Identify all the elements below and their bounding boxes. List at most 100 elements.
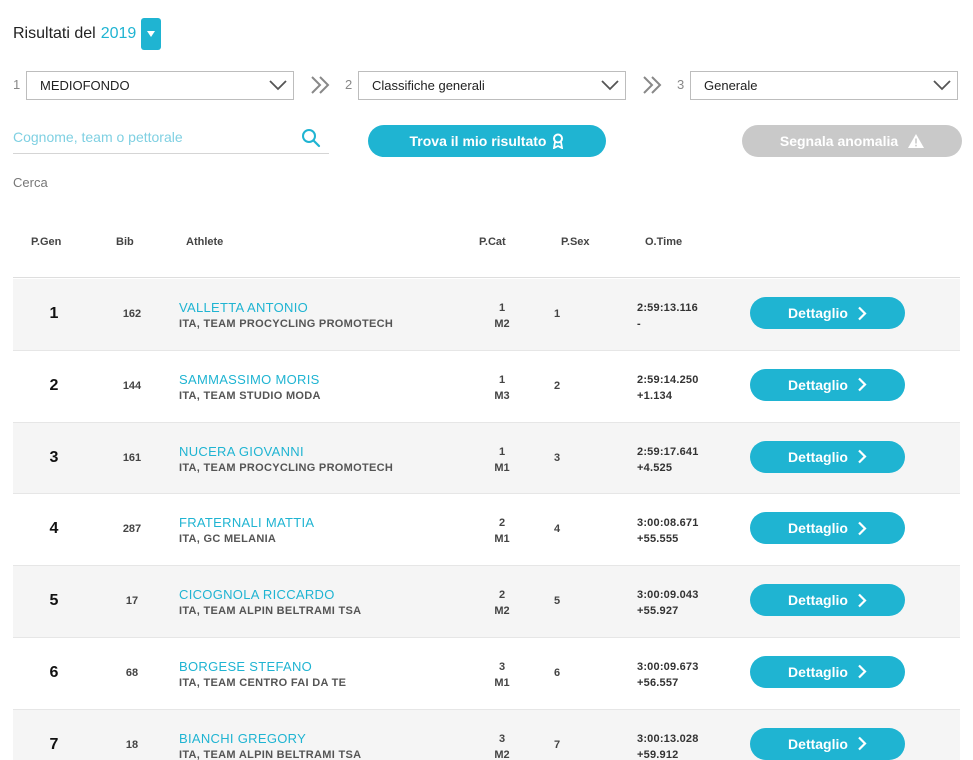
detail-button[interactable]: Dettaglio	[750, 440, 905, 473]
official-time: 3:00:09.673 +56.557	[637, 659, 699, 691]
table-row: 1 162 VALLETTA ANTONIO ITA, TEAM PROCYCL…	[13, 279, 960, 351]
col-o-time[interactable]: O.Time	[645, 236, 682, 248]
category-position: 2 M2	[485, 587, 519, 619]
category-position: 3 M1	[485, 659, 519, 691]
athlete-name-link[interactable]: VALLETTA ANTONIO	[179, 300, 308, 315]
ranking-select[interactable]: Generale	[690, 71, 958, 100]
time-gap: +56.557	[637, 676, 679, 689]
bib-number: 287	[122, 523, 142, 536]
time-gap: +1.134	[637, 389, 673, 402]
detail-button-label: Dettaglio	[788, 735, 848, 752]
find-my-result-label: Trova il mio risultato	[409, 133, 547, 149]
sex-position: 4	[553, 523, 561, 536]
time-gap: +55.927	[637, 605, 679, 618]
time-value: 2:59:13.116	[637, 302, 698, 314]
time-value: 3:00:08.671	[637, 517, 699, 530]
col-p-gen[interactable]: P.Gen	[31, 236, 61, 248]
athlete-name-link[interactable]: SAMMASSIMO MORIS	[179, 372, 320, 387]
col-athlete[interactable]: Athlete	[186, 236, 223, 248]
detail-button[interactable]: Dettaglio	[750, 368, 905, 401]
athlete-name-link[interactable]: FRATERNALI MATTIA	[179, 515, 314, 530]
bib-number: 161	[122, 451, 142, 464]
chevron-down-icon	[269, 80, 287, 91]
category-rank: 3	[498, 732, 506, 745]
detail-button-label: Dettaglio	[788, 663, 848, 680]
time-value: 3:00:09.043	[637, 589, 699, 602]
official-time: 3:00:09.043 +55.927	[637, 587, 699, 619]
athlete-team: ITA, GC MELANIA	[179, 533, 277, 546]
general-position: 2	[49, 376, 59, 394]
sex-position: 5	[553, 595, 561, 608]
detail-button[interactable]: Dettaglio	[750, 655, 905, 688]
athlete-name-link[interactable]: NUCERA GIOVANNI	[179, 444, 304, 459]
chevron-right-icon	[858, 665, 867, 679]
time-value: 2:59:14.250	[637, 373, 699, 386]
find-my-result-button[interactable]: Trova il mio risultato	[368, 125, 606, 157]
table-row: 2 144 SAMMASSIMO MORIS ITA, TEAM STUDIO …	[13, 350, 960, 423]
col-bib[interactable]: Bib	[116, 236, 134, 248]
detail-button-label: Dettaglio	[788, 592, 848, 609]
category-position: 1 M2	[485, 300, 519, 332]
bib-number: 17	[125, 595, 139, 608]
year-value[interactable]: 2019	[101, 25, 137, 43]
chevron-right-icon	[858, 737, 867, 751]
time-gap: +59.912	[637, 748, 679, 760]
detail-button[interactable]: Dettaglio	[750, 512, 905, 545]
col-p-sex[interactable]: P.Sex	[561, 236, 590, 248]
ranking-select-value: Generale	[704, 78, 758, 93]
search-input[interactable]	[13, 123, 293, 151]
athlete-team: ITA, TEAM PROCYCLING PROMOTECH	[179, 461, 394, 474]
athlete-name-link[interactable]: BIANCHI GREGORY	[179, 731, 306, 746]
category-rank: 1	[498, 445, 506, 458]
detail-button-label: Dettaglio	[788, 448, 848, 465]
time-value: 3:00:13.028	[637, 732, 699, 745]
col-p-cat[interactable]: P.Cat	[479, 236, 506, 248]
athlete-team: ITA, TEAM STUDIO MODA	[179, 389, 321, 402]
table-header: P.Gen Bib Athlete P.Cat P.Sex O.Time	[13, 226, 960, 278]
athlete-team: ITA, TEAM ALPIN BELTRAMI TSA	[179, 748, 362, 760]
year-dropdown-button[interactable]	[141, 18, 162, 50]
report-anomaly-button[interactable]: Segnala anomalia	[742, 125, 962, 157]
detail-button-label: Dettaglio	[788, 376, 848, 393]
step-number-3: 3	[677, 77, 685, 92]
official-time: 2:59:13.116 -	[637, 300, 698, 332]
search-caption: Cerca	[13, 175, 48, 190]
detail-button[interactable]: Dettaglio	[750, 584, 905, 617]
report-anomaly-label: Segnala anomalia	[779, 133, 899, 149]
results-table-body: 1 1 6 2 VALLETTA ANTONIO ITA, TEAM PROCYCL…	[13, 279, 960, 760]
general-position: 4	[49, 520, 59, 538]
category-code: M1	[494, 676, 510, 689]
results-label: Risultati del	[13, 25, 96, 42]
category-rank: 2	[498, 517, 506, 530]
category-code: M2	[494, 318, 510, 330]
athlete-name-link[interactable]: BORGESE STEFANO	[179, 659, 312, 674]
category-rank: 1	[498, 373, 506, 386]
search-icon[interactable]	[301, 128, 321, 148]
award-icon	[553, 133, 564, 149]
general-position: 5	[49, 592, 59, 610]
ranking-type-select[interactable]: Classifiche generali	[358, 71, 626, 100]
table-row: 3 161 NUCERA GIOVANNI ITA, TEAM PROCYCLI…	[13, 422, 960, 495]
athlete-team: ITA, TEAM PROCYCLING PROMOTECH	[179, 318, 394, 330]
race-select[interactable]: MEDIOFONDO	[26, 71, 294, 100]
detail-button[interactable]: Dettaglio	[750, 297, 905, 329]
chevron-right-icon	[858, 593, 867, 607]
time-gap: +55.555	[637, 533, 679, 546]
detail-button-label: Dettaglio	[788, 305, 848, 321]
sex-position: 2	[553, 379, 561, 392]
athlete-name-link[interactable]: CICOGNOLA RICCARDO	[179, 587, 335, 602]
detail-button[interactable]: Dettaglio	[750, 727, 905, 760]
general-position: 1	[49, 305, 59, 322]
time-value: 2:59:17.641	[637, 445, 699, 458]
official-time: 2:59:14.250 +1.134	[637, 372, 699, 404]
chevron-right-icon	[858, 306, 867, 320]
sex-position: 6	[553, 666, 561, 679]
official-time: 3:00:08.671 +55.555	[637, 515, 699, 547]
athlete-team: ITA, TEAM CENTRO FAI DA TE	[179, 676, 347, 689]
sex-position: 1	[553, 308, 561, 320]
step-number-2: 2	[345, 77, 353, 92]
category-code: M2	[494, 605, 510, 618]
time-value: 3:00:09.673	[637, 660, 699, 673]
caret-down-icon	[147, 31, 156, 37]
table-row: 7 18 BIANCHI GREGORY ITA, TEAM ALPIN BEL…	[13, 709, 960, 760]
